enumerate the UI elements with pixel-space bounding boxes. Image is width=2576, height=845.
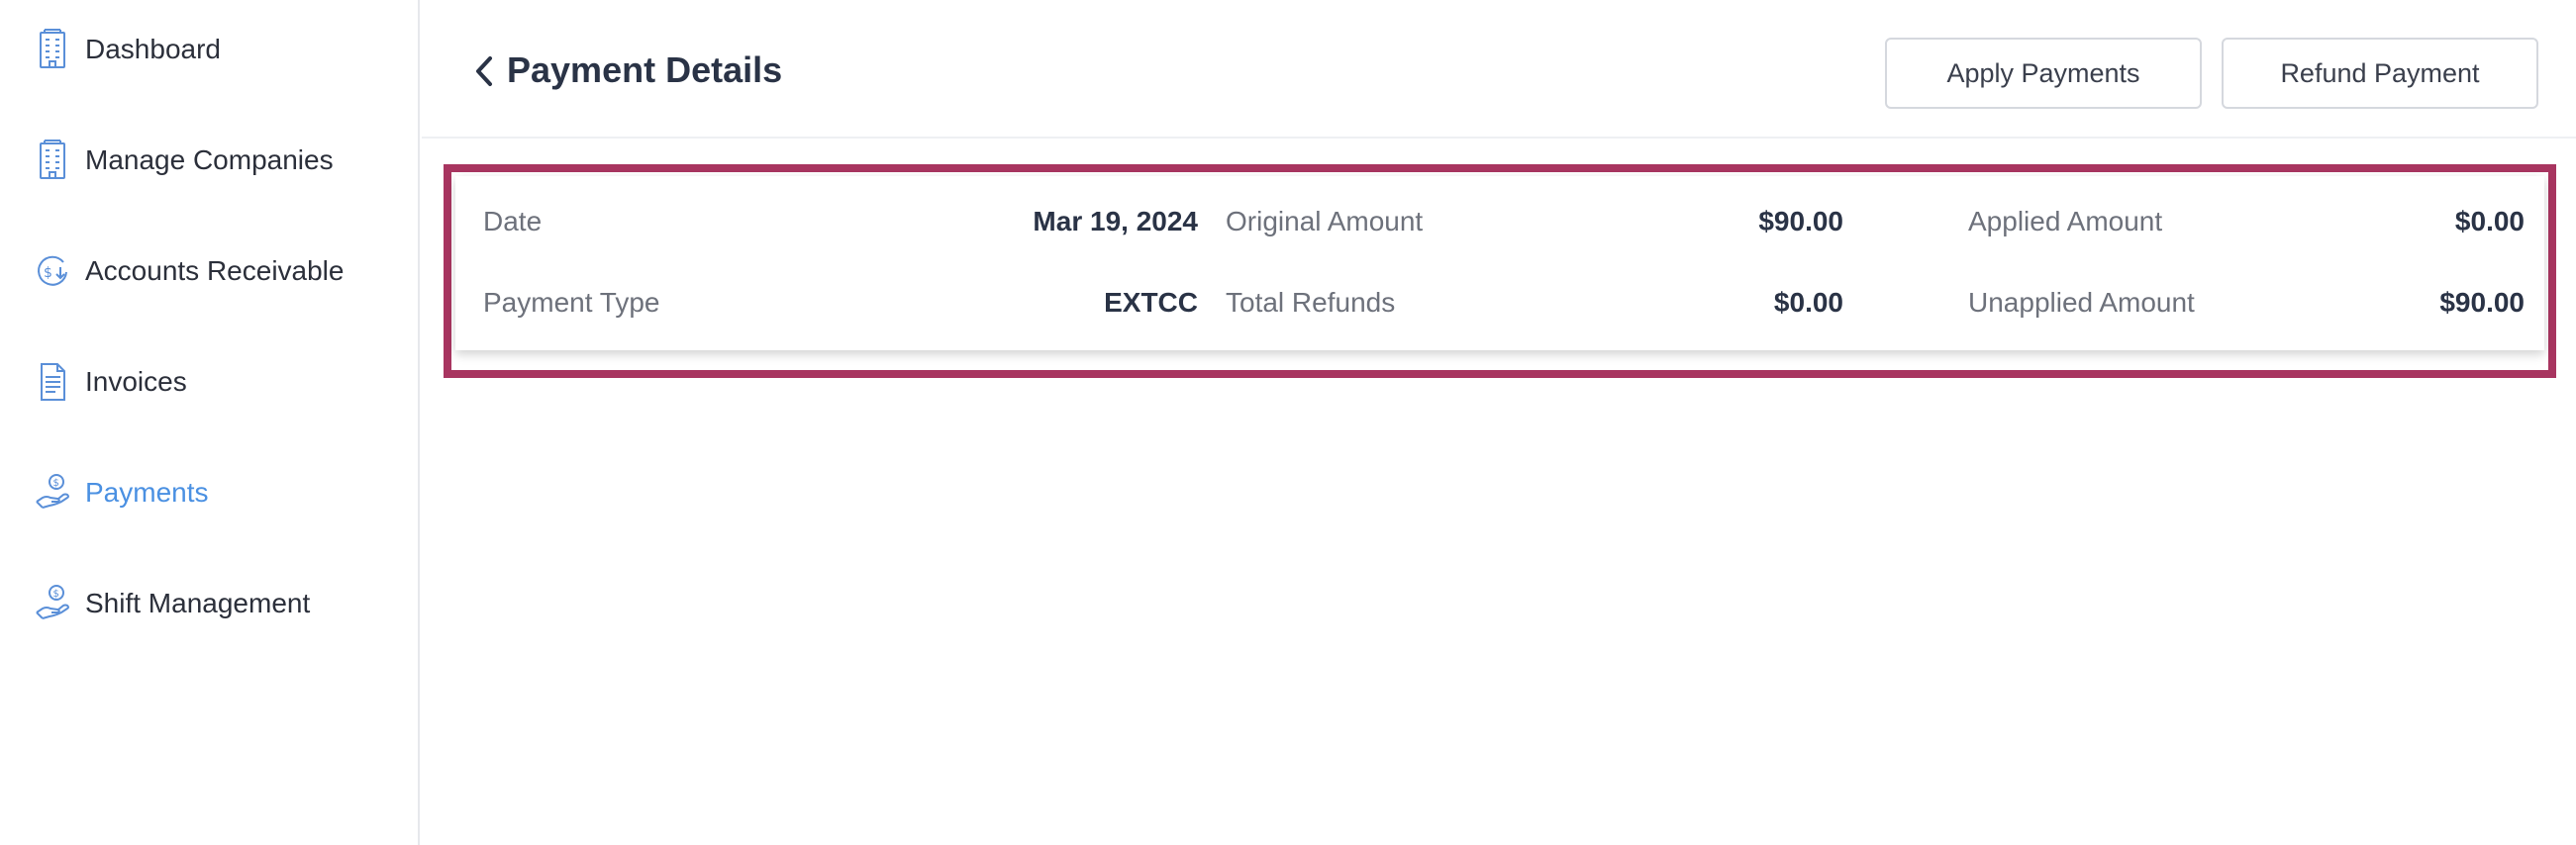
refund-payment-button[interactable]: Refund Payment <box>2222 38 2538 109</box>
sidebar-item-accounts-receivable[interactable]: $ Accounts Receivable <box>34 243 400 299</box>
original-amount-label: Original Amount <box>1226 206 1424 236</box>
payment-details-card: Date Mar 19, 2024 Original Amount $90.00… <box>455 176 2544 350</box>
building-icon <box>34 29 71 70</box>
svg-text:$: $ <box>53 478 59 489</box>
building-icon <box>34 140 71 181</box>
apply-payments-button[interactable]: Apply Payments <box>1885 38 2202 109</box>
sidebar-item-label: Invoices <box>85 366 187 397</box>
dollar-circle-icon: $ <box>34 250 71 292</box>
sidebar-item-shift-management[interactable]: $ Shift Management <box>34 576 400 631</box>
page-title: Payment Details <box>507 49 783 90</box>
svg-text:$: $ <box>44 265 52 281</box>
sidebar: Dashboard Manage Companies $ Accounts Re… <box>0 0 420 845</box>
hand-coin-icon: $ <box>34 583 71 624</box>
sidebar-item-invoices[interactable]: Invoices <box>34 354 400 410</box>
sidebar-item-label: Shift Management <box>85 588 311 618</box>
sidebar-item-payments[interactable]: $ Payments <box>34 465 400 520</box>
sidebar-item-manage-companies[interactable]: Manage Companies <box>34 133 400 188</box>
applied-amount-label: Applied Amount <box>1968 206 2163 236</box>
app-root: Dashboard Manage Companies $ Accounts Re… <box>0 0 2576 845</box>
original-amount-value: $90.00 <box>1758 206 1843 236</box>
sidebar-item-label: Dashboard <box>85 34 221 64</box>
hand-coin-icon: $ <box>34 472 71 514</box>
sidebar-item-label: Accounts Receivable <box>85 255 345 286</box>
document-icon <box>34 361 71 403</box>
page-header: Payment Details Apply Payments Refund Pa… <box>422 0 2576 139</box>
payment-type-value: EXTCC <box>1104 287 1198 318</box>
chevron-left-icon[interactable] <box>471 51 497 91</box>
sidebar-item-dashboard[interactable]: Dashboard <box>34 22 400 77</box>
total-refunds-value: $0.00 <box>1773 287 1843 318</box>
sidebar-item-label: Manage Companies <box>85 144 334 175</box>
payment-type-label: Payment Type <box>483 287 660 318</box>
sidebar-item-label: Payments <box>85 477 209 508</box>
date-value: Mar 19, 2024 <box>1033 206 1198 236</box>
unapplied-amount-value: $90.00 <box>2439 287 2525 318</box>
applied-amount-value: $0.00 <box>2454 206 2525 236</box>
date-label: Date <box>483 206 543 236</box>
total-refunds-label: Total Refunds <box>1226 287 1396 318</box>
svg-text:$: $ <box>53 589 59 600</box>
unapplied-amount-label: Unapplied Amount <box>1968 287 2195 318</box>
